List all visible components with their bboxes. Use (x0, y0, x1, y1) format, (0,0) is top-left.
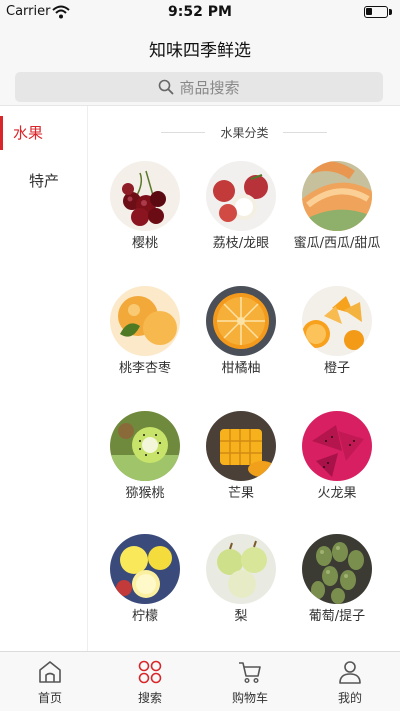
search-icon (159, 79, 174, 95)
pear-photo (206, 534, 276, 604)
category-tangerine[interactable]: 柑橘柚 (193, 286, 289, 396)
kiwi-photo (110, 411, 180, 481)
home-icon (39, 661, 61, 683)
search-input[interactable]: 商品搜索 (15, 72, 383, 102)
category-lychee[interactable]: 荔枝/龙眼 (193, 161, 289, 271)
category-grape[interactable]: 葡萄/提子 (289, 534, 385, 644)
category-label: 猕猴桃 (125, 486, 165, 501)
peach-photo (110, 286, 180, 356)
category-label: 橙子 (323, 361, 350, 376)
lychee-photo (206, 161, 276, 231)
melon-photo (302, 161, 372, 231)
category-label: 柠檬 (131, 609, 158, 624)
category-lemon[interactable]: 柠檬 (97, 534, 193, 644)
category-label: 梨 (234, 609, 248, 624)
search-placeholder: 商品搜索 (179, 78, 240, 97)
cherries-photo (110, 161, 180, 231)
page-title: 知味四季鲜选 (149, 41, 251, 61)
category-dragonfruit[interactable]: 火龙果 (289, 411, 385, 521)
grid-circles-icon (138, 660, 162, 684)
cart-icon (239, 662, 261, 684)
status-bar: Carrier 9:52 PM (0, 0, 400, 26)
tangerine-photo (206, 286, 276, 356)
tab-cart[interactable]: 购物车 (200, 652, 300, 711)
category-label: 桃李杏枣 (118, 361, 171, 376)
orange-photo (302, 286, 372, 356)
sidebar-item-label: 特产 (28, 172, 59, 190)
category-orange[interactable]: 橙子 (289, 286, 385, 396)
tab-label: 首页 (37, 691, 62, 705)
tab-home[interactable]: 首页 (0, 652, 100, 711)
category-label: 芒果 (227, 486, 254, 501)
tab-label: 购物车 (231, 691, 268, 705)
lemon-photo (110, 534, 180, 604)
sidebar-item-fruit[interactable]: 水果 (0, 110, 88, 156)
battery-tip (389, 9, 392, 15)
tab-search[interactable]: 搜索 (100, 652, 200, 711)
clock: 9:52 PM (168, 4, 232, 20)
category-peach[interactable]: 桃李杏枣 (97, 286, 193, 396)
battery-icon (364, 6, 388, 18)
tab-label: 搜索 (137, 691, 162, 705)
category-mango[interactable]: 芒果 (193, 411, 289, 521)
category-cherries[interactable]: 樱桃 (97, 161, 193, 271)
category-label: 蜜瓜/西瓜/甜瓜 (293, 236, 381, 251)
category-label: 火龙果 (317, 486, 357, 501)
search-bar: 商品搜索 (0, 66, 400, 106)
category-content: 水果分类 樱桃 荔枝/龙眼 蜜瓜/西瓜/甜瓜 桃李杏枣 柑橘柚 橙子 猕猴桃 芒… (89, 106, 400, 651)
divider (283, 132, 327, 133)
category-label: 荔枝/龙眼 (212, 236, 270, 251)
tab-bar: 首页 搜索 购物车 我的 (0, 651, 400, 711)
sidebar-item-label: 水果 (12, 124, 43, 142)
section-title: 水果分类 (220, 126, 269, 140)
sidebar-item-specialty[interactable]: 特产 (0, 158, 88, 204)
category-kiwi[interactable]: 猕猴桃 (97, 411, 193, 521)
category-label: 樱桃 (131, 236, 158, 251)
category-sidebar: 水果 特产 (0, 106, 88, 651)
dragonfruit-photo (302, 411, 372, 481)
category-pear[interactable]: 梨 (193, 534, 289, 644)
category-label: 葡萄/提子 (308, 609, 366, 624)
category-melon[interactable]: 蜜瓜/西瓜/甜瓜 (289, 161, 385, 271)
category-label: 柑橘柚 (221, 361, 261, 376)
tab-me[interactable]: 我的 (300, 652, 400, 711)
mango-photo (206, 411, 276, 481)
grape-photo (302, 534, 372, 604)
user-icon (339, 661, 361, 684)
nav-header: 知味四季鲜选 (0, 26, 400, 66)
section-header: 水果分类 (89, 124, 400, 140)
tab-label: 我的 (337, 691, 362, 705)
